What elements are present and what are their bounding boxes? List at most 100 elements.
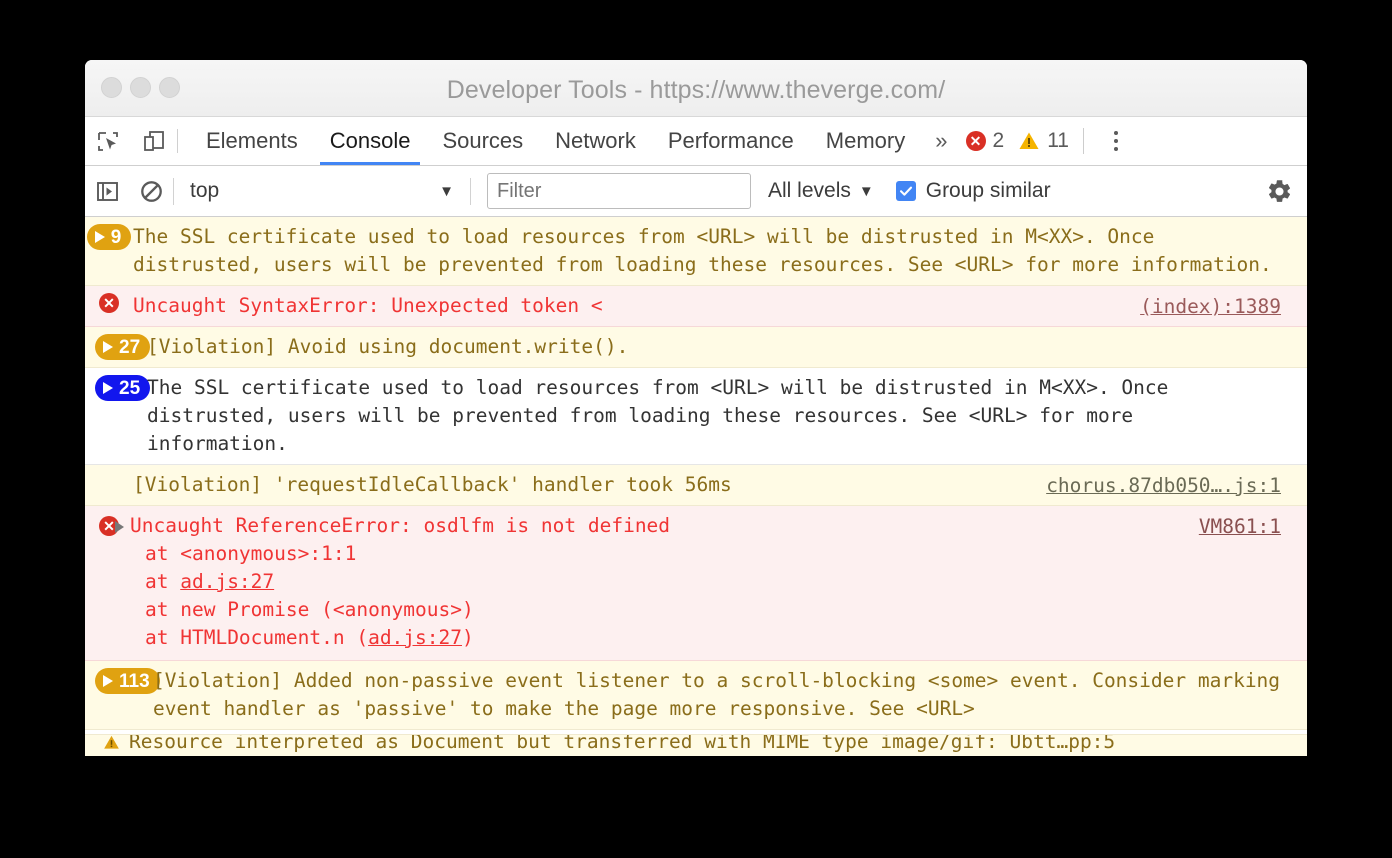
tab-sources[interactable]: Sources [426, 117, 539, 165]
group-count-badge[interactable]: 9 [86, 224, 132, 250]
console-toolbar: top ▼ All levels ▼ Group similar [85, 166, 1307, 217]
stack-prefix: at [145, 570, 181, 593]
play-triangle-icon [94, 231, 105, 243]
row-badge [85, 471, 133, 499]
expand-triangle-icon[interactable] [115, 521, 124, 533]
row-body: The SSL certificate used to load resourc… [147, 374, 1291, 458]
tab-label: Sources [442, 128, 524, 153]
error-counter[interactable]: ✕ 2 [965, 129, 1005, 153]
chevron-down-icon: ▼ [439, 182, 454, 200]
tab-elements[interactable]: Elements [190, 117, 314, 165]
inspect-cursor-icon[interactable] [85, 117, 131, 165]
warning-triangle-icon [103, 735, 120, 751]
console-row-clipped[interactable]: Resource interpreted as Document but tra… [85, 734, 1307, 756]
warning-count: 11 [1047, 129, 1069, 152]
clear-console-icon[interactable] [129, 179, 173, 204]
row-badge: ✕ [85, 292, 133, 320]
console-row-error[interactable]: ✕ Uncaught SyntaxError: Unexpected token… [85, 286, 1307, 327]
toolbar-divider-2 [470, 177, 471, 205]
console-row-info-group[interactable]: 25 The SSL certificate used to load reso… [85, 368, 1307, 465]
chevron-down-icon: ▼ [858, 182, 874, 200]
console-sidebar-icon[interactable] [85, 179, 129, 204]
console-message-text: Uncaught SyntaxError: Unexpected token < [133, 294, 603, 317]
console-message-text: The SSL certificate used to load resourc… [133, 225, 1272, 276]
execution-context-value: top [190, 179, 220, 202]
tab-memory[interactable]: Memory [810, 117, 921, 165]
window-title: Developer Tools - https://www.theverge.c… [446, 76, 946, 104]
console-row-warning-group[interactable]: 113 [Violation] Added non-passive event … [85, 661, 1307, 730]
error-count: 2 [992, 129, 1005, 152]
devtools-tabs: Elements Console Sources Network Perform… [190, 117, 921, 165]
stack-frame: at <anonymous>:1:1 [107, 540, 1281, 568]
group-count: 25 [119, 377, 141, 399]
play-triangle-icon [103, 382, 113, 394]
group-count: 9 [110, 226, 122, 248]
console-log[interactable]: 9 The SSL certificate used to load resou… [85, 217, 1307, 756]
device-toolbar-icon[interactable] [131, 117, 177, 165]
stack-suffix: ) [462, 626, 474, 649]
more-tabs-button[interactable]: » [921, 117, 961, 165]
error-icon: ✕ [99, 293, 119, 313]
play-triangle-icon [103, 675, 113, 687]
console-source-link[interactable]: VM861:1 [1199, 513, 1281, 541]
stack-text: HTMLDocument.n ( [180, 626, 369, 649]
stack-link[interactable]: ad.js:27 [180, 570, 274, 593]
console-row-warning-group[interactable]: 27 [Violation] Avoid using document.writ… [85, 327, 1307, 368]
console-message-text: Uncaught ReferenceError: osdlfm is not d… [130, 514, 671, 537]
toolbar-divider [173, 177, 174, 205]
stack-text: <anonymous>:1:1 [180, 542, 357, 565]
console-message-text: [Violation] Avoid using document.write()… [147, 335, 629, 358]
devtools-tabbar: Elements Console Sources Network Perform… [85, 117, 1307, 166]
log-level-value: All levels [768, 179, 851, 202]
tab-label: Console [329, 128, 411, 153]
log-level-select[interactable]: All levels ▼ [768, 179, 874, 203]
window-titlebar: Developer Tools - https://www.theverge.c… [85, 60, 1307, 117]
more-vertical-icon[interactable] [1098, 117, 1134, 165]
row-body: The SSL certificate used to load resourc… [133, 223, 1291, 279]
console-message-text: [Violation] Added non-passive event list… [153, 669, 1292, 720]
tabbar-divider [177, 129, 178, 153]
tab-performance[interactable]: Performance [652, 117, 810, 165]
tab-network[interactable]: Network [539, 117, 652, 165]
chevron-double-right-icon: » [935, 128, 948, 153]
console-row-error-stack[interactable]: ✕ Uncaught ReferenceError: osdlfm is not… [85, 506, 1307, 661]
console-message-text: The SSL certificate used to load resourc… [147, 376, 1181, 455]
row-body: [Violation] Added non-passive event list… [153, 667, 1291, 723]
console-source-link[interactable]: chorus.87db050….js:1 [1046, 472, 1281, 500]
tab-console[interactable]: Console [314, 117, 427, 165]
tab-label: Performance [667, 128, 794, 153]
group-count-badge[interactable]: 25 [95, 375, 151, 401]
tabbar-divider-2 [1083, 128, 1084, 154]
devtools-window: Developer Tools - https://www.theverge.c… [85, 60, 1307, 756]
row-body: Uncaught SyntaxError: Unexpected token < [133, 292, 1291, 320]
stack-prefix: at [145, 626, 181, 649]
warning-counter[interactable]: 11 [1018, 129, 1069, 153]
stack-prefix: at [145, 542, 181, 565]
stack-link[interactable]: ad.js:27 [368, 626, 462, 649]
row-body: Uncaught ReferenceError: osdlfm is not d… [107, 512, 1291, 652]
group-similar-checkbox[interactable]: Group similar [895, 179, 1051, 203]
console-row-warning[interactable]: [Violation] 'requestIdleCallback' handle… [85, 465, 1307, 506]
group-similar-label: Group similar [925, 179, 1051, 202]
row-body: [Violation] Avoid using document.write()… [147, 333, 1291, 361]
filter-input[interactable] [487, 173, 751, 209]
console-source-link[interactable]: (index):1389 [1140, 293, 1281, 321]
console-row-warning-group[interactable]: 9 The SSL certificate used to load resou… [85, 217, 1307, 286]
row-badge[interactable]: 9 [85, 223, 133, 279]
tab-label: Network [555, 128, 636, 153]
stack-frame: at new Promise (<anonymous>) [107, 596, 1281, 624]
gear-icon[interactable] [1266, 178, 1293, 205]
stack-text: new Promise (<anonymous>) [180, 598, 474, 621]
group-count-badge[interactable]: 27 [95, 334, 151, 360]
stack-frame: at ad.js:27 [107, 568, 1281, 596]
group-count-badge[interactable]: 113 [95, 668, 160, 694]
execution-context-select[interactable]: top ▼ [190, 179, 454, 203]
console-message-text: Resource interpreted as Document but tra… [129, 734, 1116, 753]
tab-label: Elements [206, 128, 298, 153]
stack-prefix: at [145, 598, 181, 621]
issue-counters: ✕ 2 11 [965, 117, 1069, 165]
group-count: 27 [119, 336, 141, 358]
play-triangle-icon [103, 341, 113, 353]
error-icon: ✕ [965, 131, 986, 151]
stack-frame: at HTMLDocument.n (ad.js:27) [107, 624, 1281, 652]
